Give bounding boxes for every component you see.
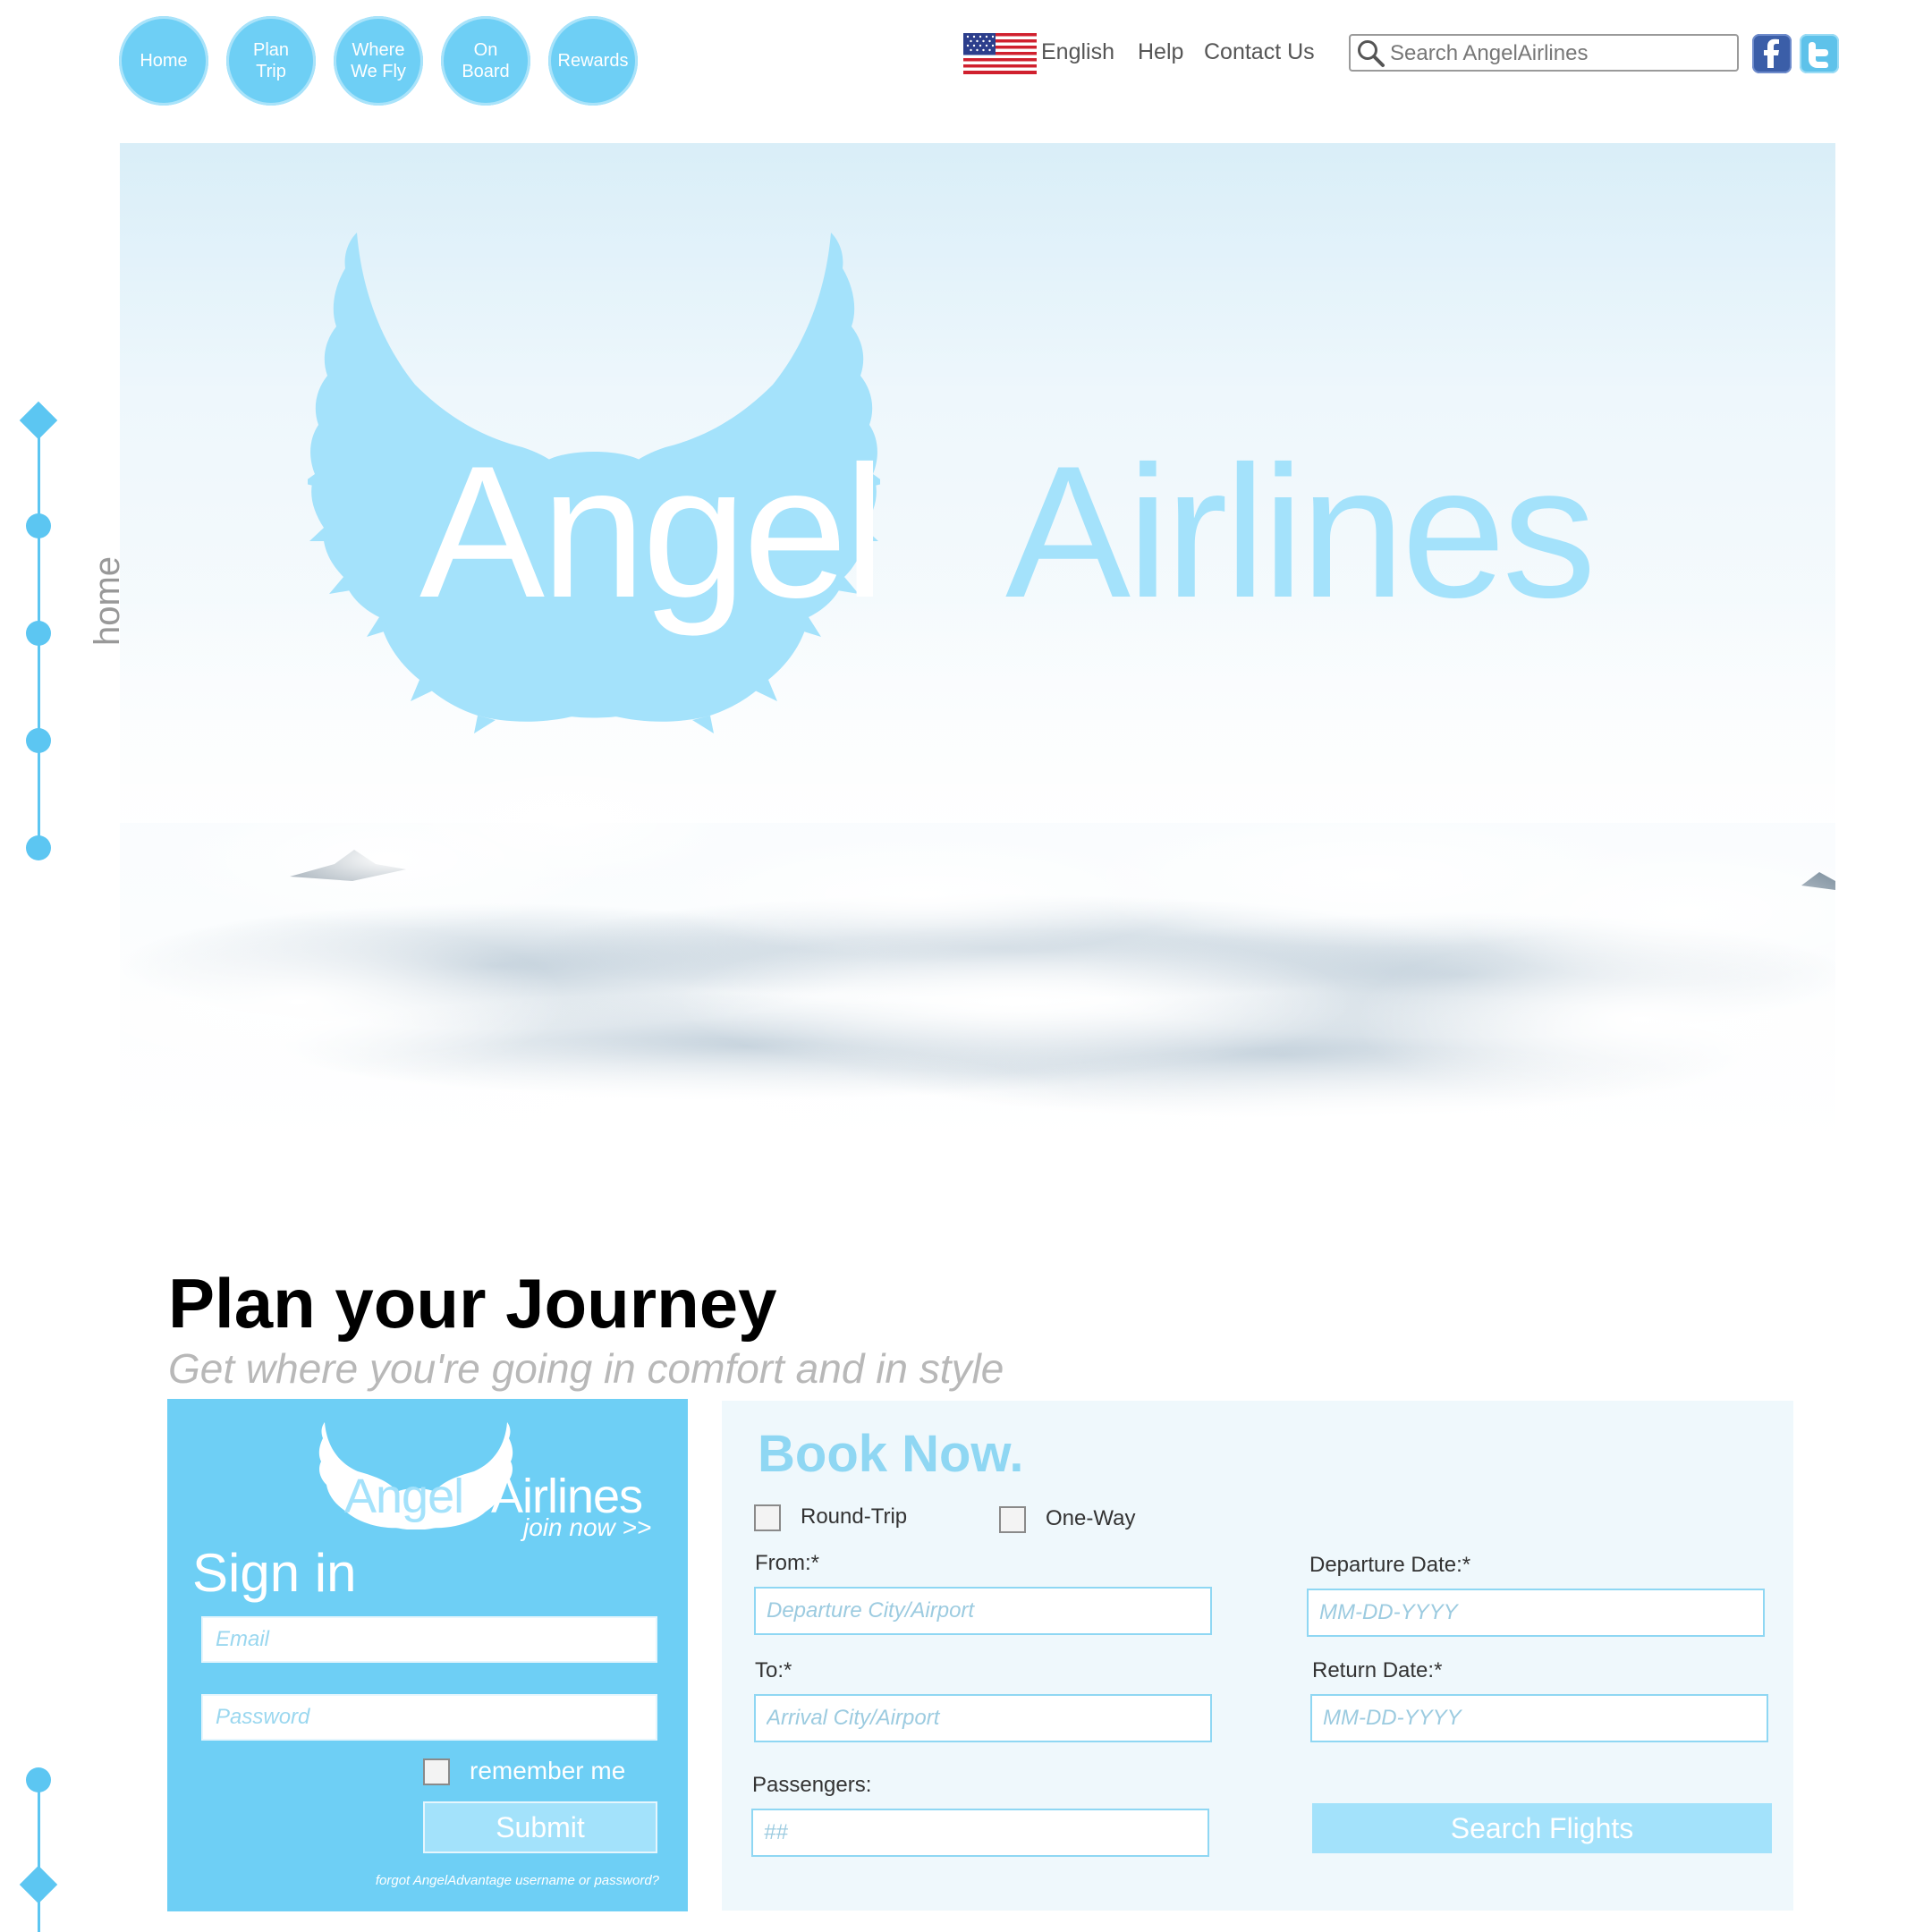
nav-plan-trip-button[interactable]: Plan Trip [226,16,316,106]
one-way-checkbox[interactable] [999,1506,1026,1533]
remember-me-label: remember me [470,1757,626,1784]
timeline-dot-4[interactable] [26,835,51,860]
timeline-dot-5[interactable] [26,1767,51,1792]
nav-rewards-button[interactable]: Rewards [548,16,638,106]
departure-date-field[interactable] [1307,1589,1765,1637]
sign-in-heading: Sign in [192,1543,357,1603]
contact-us-link[interactable]: Contact Us [1204,39,1315,65]
timeline-diamond-home[interactable] [19,401,58,440]
from-label: From:* [755,1551,819,1575]
to-field[interactable] [754,1694,1212,1742]
submit-button[interactable]: Submit [423,1801,657,1853]
search-input[interactable] [1388,38,1732,70]
nav-where-we-fly-label: Where We Fly [351,39,406,82]
departure-date-label: Departure Date:* [1309,1553,1471,1577]
twitter-icon[interactable] [1800,34,1839,73]
nav-on-board-button[interactable]: On Board [441,16,530,106]
nav-plan-trip-label: Plan Trip [253,39,289,82]
return-date-label: Return Date:* [1312,1658,1443,1682]
search-flights-button[interactable]: Search Flights [1312,1803,1772,1853]
timeline-dot-3[interactable] [26,728,51,753]
nav-where-we-fly-line1: Where [352,40,405,60]
passengers-label: Passengers: [752,1773,872,1797]
nav-on-board-line1: On [473,40,498,60]
nav-where-we-fly-button[interactable]: Where We Fly [334,16,423,106]
timeline-dot-2[interactable] [26,621,51,646]
plan-journey-subtitle: Get where you're going in comfort and in… [168,1345,1004,1392]
one-way-label: One-Way [1046,1506,1136,1530]
hero-logo-word-angel: Angel [419,427,886,637]
us-flag-icon[interactable] [963,33,1037,74]
book-now-heading: Book Now. [758,1425,1024,1483]
return-date-field[interactable] [1310,1694,1768,1742]
timeline-diamond-plan[interactable] [19,1865,58,1904]
facebook-icon[interactable] [1752,34,1792,73]
site-search [1349,34,1739,72]
round-trip-label: Round-Trip [801,1504,908,1529]
forgot-credentials-link[interactable]: forgot AngelAdvantage username or passwo… [376,1873,659,1888]
nav-home-label: Home [140,51,188,71]
sign-in-panel: Angel Airlines join now >> Sign in remem… [167,1399,688,1911]
nav-home-button[interactable]: Home [119,16,208,106]
mini-logo-word-angel: Angel [344,1470,464,1523]
search-icon[interactable] [1356,38,1386,69]
remember-me-checkbox[interactable] [423,1758,450,1785]
language-link[interactable]: English [1041,39,1114,65]
hero-logo-word-airlines: Airlines [1005,427,1597,637]
nav-where-we-fly-line2: We Fly [351,62,406,81]
round-trip-checkbox[interactable] [754,1504,781,1531]
timeline-dot-1[interactable] [26,513,51,538]
from-field[interactable] [754,1587,1212,1635]
password-field[interactable] [201,1694,657,1741]
plan-journey-heading: Plan your Journey [168,1264,777,1343]
passengers-field[interactable] [751,1809,1209,1857]
nav-rewards-label: Rewards [557,51,629,71]
email-field[interactable] [201,1616,657,1663]
nav-plan-trip-line2: Trip [256,62,286,81]
nav-on-board-label: On Board [462,39,509,82]
nav-on-board-line2: Board [462,62,510,81]
book-now-panel: Book Now. Round-Trip One-Way From:* To:*… [722,1401,1793,1911]
help-link[interactable]: Help [1138,39,1183,65]
hero-banner: Angel Airlines [120,143,1835,1145]
timeline-section-label: home [88,555,127,647]
nav-plan-trip-line1: Plan [252,40,290,60]
join-now-link[interactable]: join now >> [523,1513,651,1542]
timeline-line-bottom [38,1780,40,1932]
to-label: To:* [755,1658,792,1682]
